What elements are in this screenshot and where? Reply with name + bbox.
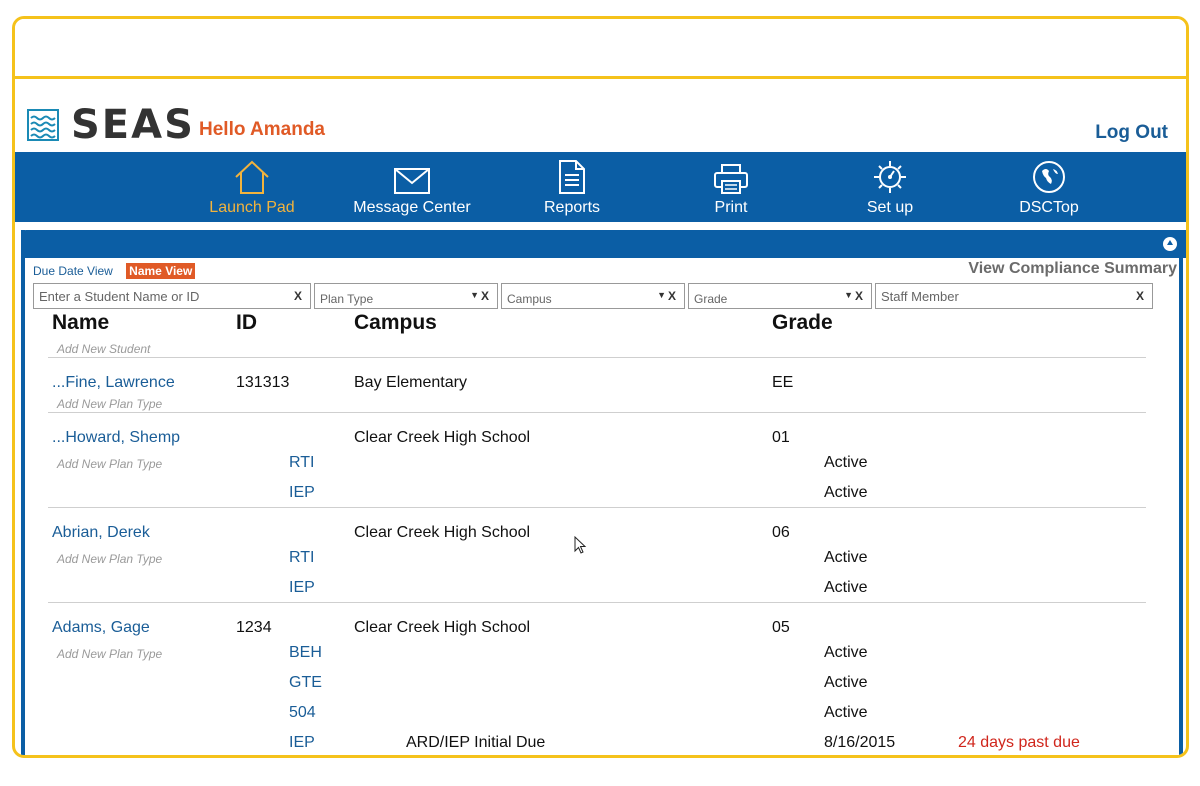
due-date-view-link[interactable]: Due Date View [33,264,113,278]
clear-icon[interactable]: X [1136,289,1144,303]
student-campus: Clear Creek High School [354,619,531,636]
student-campus: Clear Creek High School [354,429,531,446]
filter-placeholder: Grade [694,292,728,306]
nav-label: Message Center [353,199,471,216]
student-campus: Bay Elementary [354,374,467,391]
browser-top-bar [15,19,1186,79]
add-new-plan-link[interactable]: Add New Plan Type [57,397,162,411]
column-header-campus[interactable]: Campus [354,311,437,335]
student-name-link[interactable]: ...Howard, Shemp [52,429,180,447]
dropdown-arrow-icon: ▼ [657,290,666,300]
add-new-plan-link[interactable]: Add New Plan Type [57,552,162,566]
add-new-student-link[interactable]: Add New Student [57,342,150,356]
row-divider [48,602,1146,603]
student-name-link[interactable]: Abrian, Derek [52,524,150,542]
view-compliance-summary-link[interactable]: View Compliance Summary [968,260,1177,278]
clear-icon[interactable]: X [481,289,489,303]
plan-type-select[interactable]: Plan Type ▼ X [314,283,498,309]
row-divider [48,412,1146,413]
student-grade: 06 [772,524,790,541]
nav-print[interactable]: Print [651,157,811,217]
plan-type-link[interactable]: GTE [289,674,322,692]
plan-status: Active [824,674,868,691]
plan-type-link[interactable]: IEP [289,579,315,597]
filter-placeholder: Enter a Student Name or ID [39,289,200,304]
filter-placeholder: Campus [507,292,552,306]
add-new-plan-link[interactable]: Add New Plan Type [57,457,162,471]
filter-placeholder: Plan Type [320,292,374,306]
nav-message-center[interactable]: Message Center [332,157,492,217]
name-view-tab[interactable]: Name View [126,263,196,279]
student-panel: Due Date View Name View View Compliance … [21,230,1186,755]
dropdown-arrow-icon: ▼ [844,290,853,300]
collapse-up-icon[interactable] [1163,237,1177,251]
nav-label: Launch Pad [209,199,295,216]
dropdown-arrow-icon: ▼ [470,290,479,300]
printer-icon [714,164,748,194]
plan-type-link[interactable]: RTI [289,549,314,567]
document-icon [559,160,585,194]
grade-select[interactable]: Grade ▼ X [688,283,872,309]
row-divider [48,507,1146,508]
envelope-icon [394,168,430,194]
student-grade: 01 [772,429,790,446]
view-toggle: Due Date View Name View [33,263,196,279]
student-grade: 05 [772,619,790,636]
nav-set-up[interactable]: Set up [810,157,970,217]
student-name-link[interactable]: ...Fine, Lawrence [52,374,175,392]
plan-event: ARD/IEP Initial Due [406,734,546,751]
column-header-id[interactable]: ID [236,311,257,335]
nav-launch-pad[interactable]: Launch Pad [172,157,332,217]
plan-type-link[interactable]: BEH [289,644,322,662]
plan-type-link[interactable]: 504 [289,704,316,722]
waves-logo-icon [27,109,59,141]
staff-member-input[interactable]: Staff Member X [875,283,1153,309]
clear-icon[interactable]: X [668,289,676,303]
plan-status: Active [824,704,868,721]
column-header-grade[interactable]: Grade [772,311,833,335]
app-frame: SEAS Hello Amanda Log Out Launch Pad Mes… [12,16,1189,758]
greeting: Hello Amanda [199,119,325,140]
row-divider [48,357,1146,358]
student-name-link[interactable]: Adams, Gage [52,619,150,637]
column-header-name[interactable]: Name [52,311,109,335]
main-nav: Launch Pad Message Center Reports Print … [15,152,1186,222]
clear-icon[interactable]: X [855,289,863,303]
gear-icon [874,161,906,193]
plan-status: Active [824,549,868,566]
app-header: SEAS Hello Amanda Log Out [15,82,1186,154]
plan-due-date: 8/16/2015 [824,734,896,751]
nav-label: Reports [543,199,601,216]
plan-type-link[interactable]: RTI [289,454,314,472]
nav-reports[interactable]: Reports [492,157,652,217]
globe-icon [1033,161,1065,193]
plan-status: Active [824,454,868,471]
plan-type-link[interactable]: IEP [289,734,315,752]
logout-link[interactable]: Log Out [1095,122,1168,144]
nav-label: DSCTop [1019,199,1079,216]
home-icon [235,160,269,194]
plan-status: Active [824,579,868,596]
campus-select[interactable]: Campus ▼ X [501,283,685,309]
student-campus: Clear Creek High School [354,524,531,541]
clear-icon[interactable]: X [294,289,302,303]
filter-placeholder: Staff Member [881,289,959,304]
seas-logo[interactable]: SEAS [27,105,195,145]
student-search-input[interactable]: Enter a Student Name or ID X [33,283,311,309]
student-grade: EE [772,374,794,391]
nav-dsctop[interactable]: DSCTop [969,157,1129,217]
student-id: 131313 [236,374,290,391]
plan-status: Active [824,644,868,661]
plan-type-link[interactable]: IEP [289,484,315,502]
student-id: 1234 [236,619,272,636]
logo-text: SEAS [71,102,195,148]
mouse-cursor-icon [574,536,587,554]
panel-header-bar [21,230,1186,258]
past-due-badge: 24 days past due [958,734,1080,751]
add-new-plan-link[interactable]: Add New Plan Type [57,647,162,661]
nav-label: Set up [866,199,914,216]
plan-status: Active [824,484,868,501]
nav-label: Print [714,199,748,216]
